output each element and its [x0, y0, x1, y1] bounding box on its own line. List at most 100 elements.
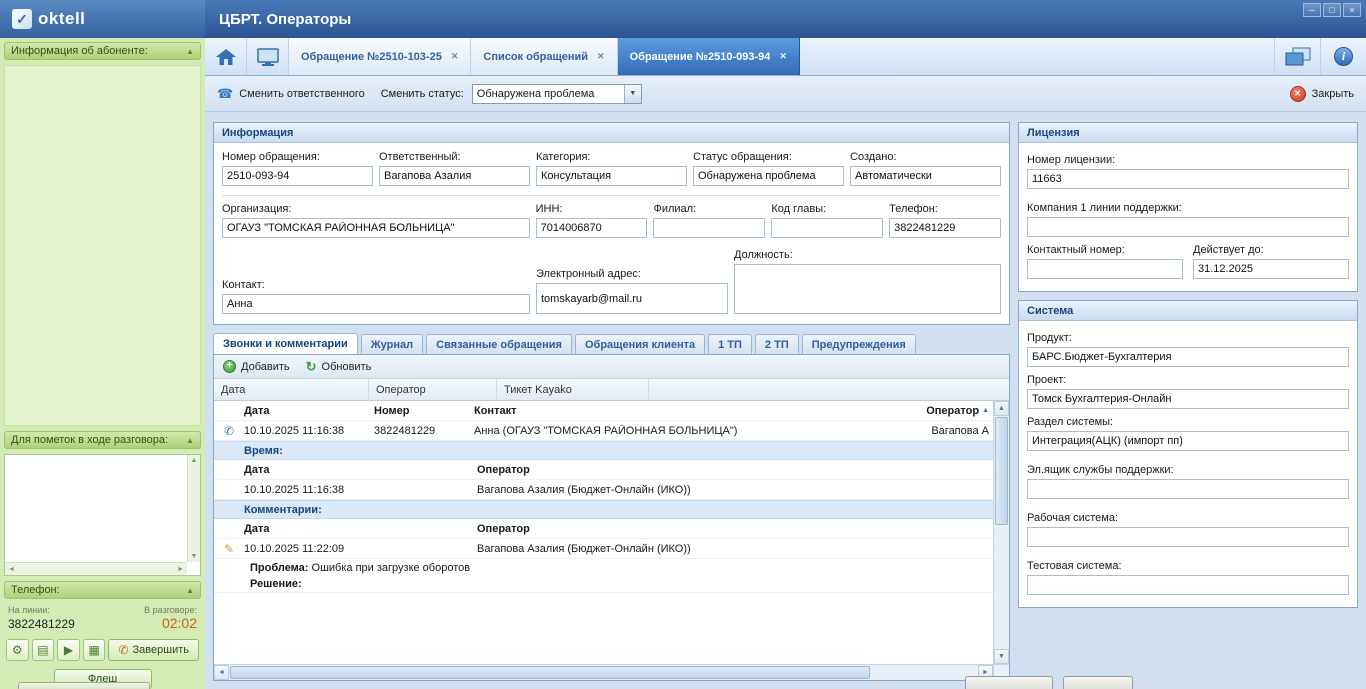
phone-field[interactable] [889, 218, 1001, 238]
license-number-field[interactable] [1027, 169, 1349, 189]
grid-horizontal-scrollbar[interactable]: ◄ ► [214, 664, 1009, 680]
column-header-ticket-kayako[interactable]: Тикет Kayako [497, 379, 649, 400]
close-tab-icon[interactable]: ✕ [451, 51, 459, 62]
partial-bottom-button[interactable] [965, 676, 1053, 689]
column-header-operator[interactable]: Оператор [369, 379, 497, 400]
organization-field[interactable] [222, 218, 530, 238]
call-number: 3822481229 [374, 425, 474, 437]
call-row[interactable]: ✆ 10.10.2025 11:16:38 3822481229 Анна (О… [214, 421, 993, 441]
tab-warnings[interactable]: Предупреждения [802, 334, 916, 354]
column-header-date[interactable]: Дата [214, 379, 369, 400]
tab-journal[interactable]: Журнал [361, 334, 423, 354]
scroll-left-icon[interactable]: ◄ [214, 665, 229, 680]
status-select[interactable]: Обнаружена проблема ▼ [472, 84, 642, 104]
project-field[interactable] [1027, 389, 1349, 409]
scroll-up-icon[interactable]: ▲ [994, 401, 1009, 416]
keypad-icon[interactable]: ▦ [83, 639, 106, 661]
maximize-button[interactable]: □ [1323, 3, 1341, 17]
call-notes-textarea[interactable]: ▲ ▼ ◄ ► [4, 454, 201, 576]
vertical-scroll-thumb[interactable] [995, 417, 1008, 525]
horizontal-scroll-thumb[interactable] [230, 666, 870, 679]
collapse-icon[interactable]: ▲ [186, 47, 194, 56]
collapse-icon[interactable]: ▲ [186, 436, 194, 445]
scroll-right-icon[interactable]: ► [177, 566, 184, 573]
scroll-up-icon[interactable]: ▲ [191, 457, 198, 464]
info-button[interactable]: i [1320, 38, 1366, 75]
close-window-button[interactable]: × [1343, 3, 1361, 17]
position-field[interactable] [734, 264, 1001, 314]
category-field[interactable] [536, 166, 687, 186]
license-panel: Лицензия Номер лицензии: Компания 1 лини… [1018, 122, 1358, 292]
divider [222, 195, 1001, 196]
close-tab-icon[interactable]: ✕ [779, 51, 787, 62]
partial-bottom-button[interactable] [1063, 676, 1133, 689]
desktop-button[interactable] [247, 38, 289, 75]
support-mailbox-field[interactable] [1027, 479, 1349, 499]
sidebar: Информация об абоненте: ▲ Для пометок в … [0, 38, 205, 689]
tab-request-list[interactable]: Список обращений ✕ [471, 38, 617, 75]
chevron-down-icon[interactable]: ▼ [624, 85, 641, 103]
comments-section-band[interactable]: Комментарии: [214, 500, 993, 519]
problem-label: Проблема: [250, 562, 308, 574]
chapter-code-field[interactable] [771, 218, 883, 238]
contact-field[interactable] [222, 294, 530, 314]
created-field[interactable] [850, 166, 1001, 186]
comment-row[interactable]: ✎ 10.10.2025 11:22:09 Вагапова Азалия (Б… [214, 539, 993, 559]
time-section-band[interactable]: Время: [214, 441, 993, 460]
tab-1tp[interactable]: 1 ТП [708, 334, 752, 354]
speaker-icon[interactable]: ▶ [57, 639, 80, 661]
notes-horizontal-scrollbar[interactable]: ◄ ► [5, 562, 187, 575]
phone-section-header[interactable]: Телефон: ▲ [4, 581, 201, 599]
window-list-button[interactable] [1274, 38, 1320, 75]
minimize-button[interactable]: ─ [1303, 3, 1321, 17]
scroll-left-icon[interactable]: ◄ [8, 566, 15, 573]
tab-request-2510-093-94[interactable]: Обращение №2510-093-94 ✕ [618, 38, 800, 75]
collapse-icon[interactable]: ▲ [186, 586, 194, 595]
settings-icon[interactable]: ⚙ [6, 639, 29, 661]
inn-label: ИНН: [536, 203, 648, 215]
call-notes-header[interactable]: Для пометок в ходе разговора: ▲ [4, 431, 201, 449]
incoming-call-icon: ✆ [214, 424, 244, 438]
time-row[interactable]: 10.10.2025 11:16:38 Вагапова Азалия (Бюд… [214, 480, 993, 500]
responsible-field[interactable] [379, 166, 530, 186]
add-button[interactable]: + Добавить [223, 360, 290, 373]
home-button[interactable] [205, 38, 247, 75]
grid-vertical-scrollbar[interactable]: ▲ ▼ [993, 401, 1009, 664]
inn-field[interactable] [536, 218, 648, 238]
tab-2tp[interactable]: 2 ТП [755, 334, 799, 354]
request-status-field[interactable] [693, 166, 844, 186]
tab-request-2510-103-25[interactable]: Обращение №2510-103-25 ✕ [289, 38, 471, 75]
change-responsible-button[interactable]: ☎ Сменить ответственного [217, 86, 365, 102]
titlebar: ✓ oktell ЦБРТ. Операторы ─ □ × [0, 0, 1366, 38]
tab-calls-comments[interactable]: Звонки и комментарии [213, 333, 358, 354]
work-system-field[interactable] [1027, 527, 1349, 547]
partial-bottom-button[interactable] [18, 682, 150, 689]
product-field[interactable] [1027, 347, 1349, 367]
branch-field[interactable] [653, 218, 765, 238]
contact-number-field[interactable] [1027, 259, 1183, 279]
system-section-field[interactable] [1027, 431, 1349, 451]
notes-vertical-scrollbar[interactable]: ▲ ▼ [187, 455, 200, 562]
change-responsible-label: Сменить ответственного [239, 88, 365, 100]
scroll-down-icon[interactable]: ▼ [191, 553, 198, 560]
scroll-down-icon[interactable]: ▼ [994, 649, 1009, 664]
test-system-field[interactable] [1027, 575, 1349, 595]
close-request-button[interactable]: ✕ Закрыть [1290, 86, 1354, 102]
grid-middle: Дата Номер Контакт Оператор ▲ ✆ 10.10.20… [214, 401, 1009, 664]
tab-client-requests[interactable]: Обращения клиента [575, 334, 705, 354]
call-header-operator[interactable]: Оператор ▲ [893, 405, 993, 417]
valid-until-field[interactable] [1193, 259, 1349, 279]
close-tab-icon[interactable]: ✕ [597, 51, 605, 62]
email-field[interactable] [536, 283, 728, 314]
phone-person-icon: ☎ [217, 86, 233, 102]
column-header-empty[interactable] [649, 379, 1009, 400]
request-number-field[interactable] [222, 166, 373, 186]
end-call-button[interactable]: ✆ Завершить [108, 639, 199, 661]
information-panel-body: Номер обращения: Ответственный: Категори… [214, 143, 1009, 324]
refresh-button[interactable]: ↻ Обновить [306, 359, 372, 375]
note-icon[interactable]: ▤ [32, 639, 55, 661]
tab-related-requests[interactable]: Связанные обращения [426, 334, 572, 354]
subscriber-info-header[interactable]: Информация об абоненте: ▲ [4, 42, 201, 60]
support-company-field[interactable] [1027, 217, 1349, 237]
subscriber-info-header-label: Информация об абоненте: [11, 45, 148, 57]
